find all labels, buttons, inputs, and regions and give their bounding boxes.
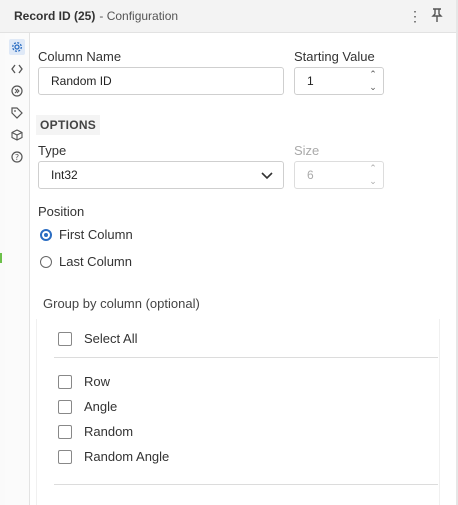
radio-unselected-icon [40,255,52,268]
radio-first-column-label: First Column [59,227,133,242]
starting-value: 1 [307,74,314,88]
size-spinner: ⌃ ⌄ [363,162,383,188]
checkbox-icon [58,374,72,389]
checkbox-icon [58,449,72,464]
radio-selected-icon [40,228,52,241]
position-label: Position [38,204,85,219]
column-name-input[interactable]: Random ID [38,67,284,95]
size-label: Size [294,143,320,158]
checkbox-row[interactable]: Row [58,374,110,389]
config-sidebar: ? [5,33,30,505]
starting-value-spinner: ⌃ ⌄ [363,68,383,94]
type-value: Int32 [51,168,78,182]
panel-title: Record ID (25) - Configuration [14,9,178,23]
checkbox-icon [58,331,72,346]
select-all-label: Select All [84,331,138,346]
starting-value-label: Starting Value [294,49,375,64]
checkbox-icon [58,399,72,414]
type-label: Type [38,143,67,158]
checkbox-random[interactable]: Random [58,424,133,439]
checkbox-angle[interactable]: Angle [58,399,117,414]
panel-header: Record ID (25) - Configuration ⋮ [0,0,456,33]
checkbox-icon [58,424,72,439]
gear-icon[interactable] [9,39,25,55]
tag-icon[interactable] [9,105,25,121]
chevron-down-icon[interactable]: ⌄ [363,175,383,188]
group-by-list: Select All Row Angle Random Random Angle [36,319,440,505]
starting-value-stepper[interactable]: 1 ⌃ ⌄ [294,67,384,95]
svg-text:?: ? [15,153,19,162]
kebab-menu-icon[interactable]: ⋮ [408,8,422,25]
column-option-label: Angle [84,399,118,414]
size-stepper[interactable]: 6 ⌃ ⌄ [294,161,384,189]
column-option-label: Row [84,374,111,389]
size-value: 6 [307,168,314,182]
radio-last-column-label: Last Column [59,254,132,269]
type-select[interactable]: Int32 [38,161,284,189]
connection-icon[interactable] [9,83,25,99]
radio-first-column[interactable]: First Column [40,227,133,242]
select-all-checkbox[interactable]: Select All [58,331,137,346]
pin-icon[interactable] [431,8,443,25]
chevron-up-icon[interactable]: ⌃ [363,162,383,175]
checkbox-random-angle[interactable]: Random Angle [58,449,169,464]
group-by-label: Group by column (optional) [43,296,200,311]
column-option-label: Random [84,424,134,439]
chevron-down-icon[interactable]: ⌄ [363,81,383,94]
help-icon[interactable]: ? [9,149,25,165]
column-option-label: Random Angle [84,449,170,464]
status-marker [0,253,2,263]
radio-last-column[interactable]: Last Column [40,254,132,269]
column-name-value: Random ID [51,74,112,88]
column-name-label: Column Name [38,49,122,64]
chevron-up-icon[interactable]: ⌃ [363,68,383,81]
configuration-form: Column Name Random ID Starting Value 1 ⌃… [30,33,456,505]
code-icon[interactable] [9,61,25,77]
chevron-down-icon [261,167,273,183]
divider [54,357,438,358]
panel-subtitle: - Configuration [99,9,179,23]
cube-icon[interactable] [9,127,25,143]
options-heading: OPTIONS [36,115,101,135]
tool-name: Record ID (25) [14,9,96,23]
divider [54,484,438,485]
